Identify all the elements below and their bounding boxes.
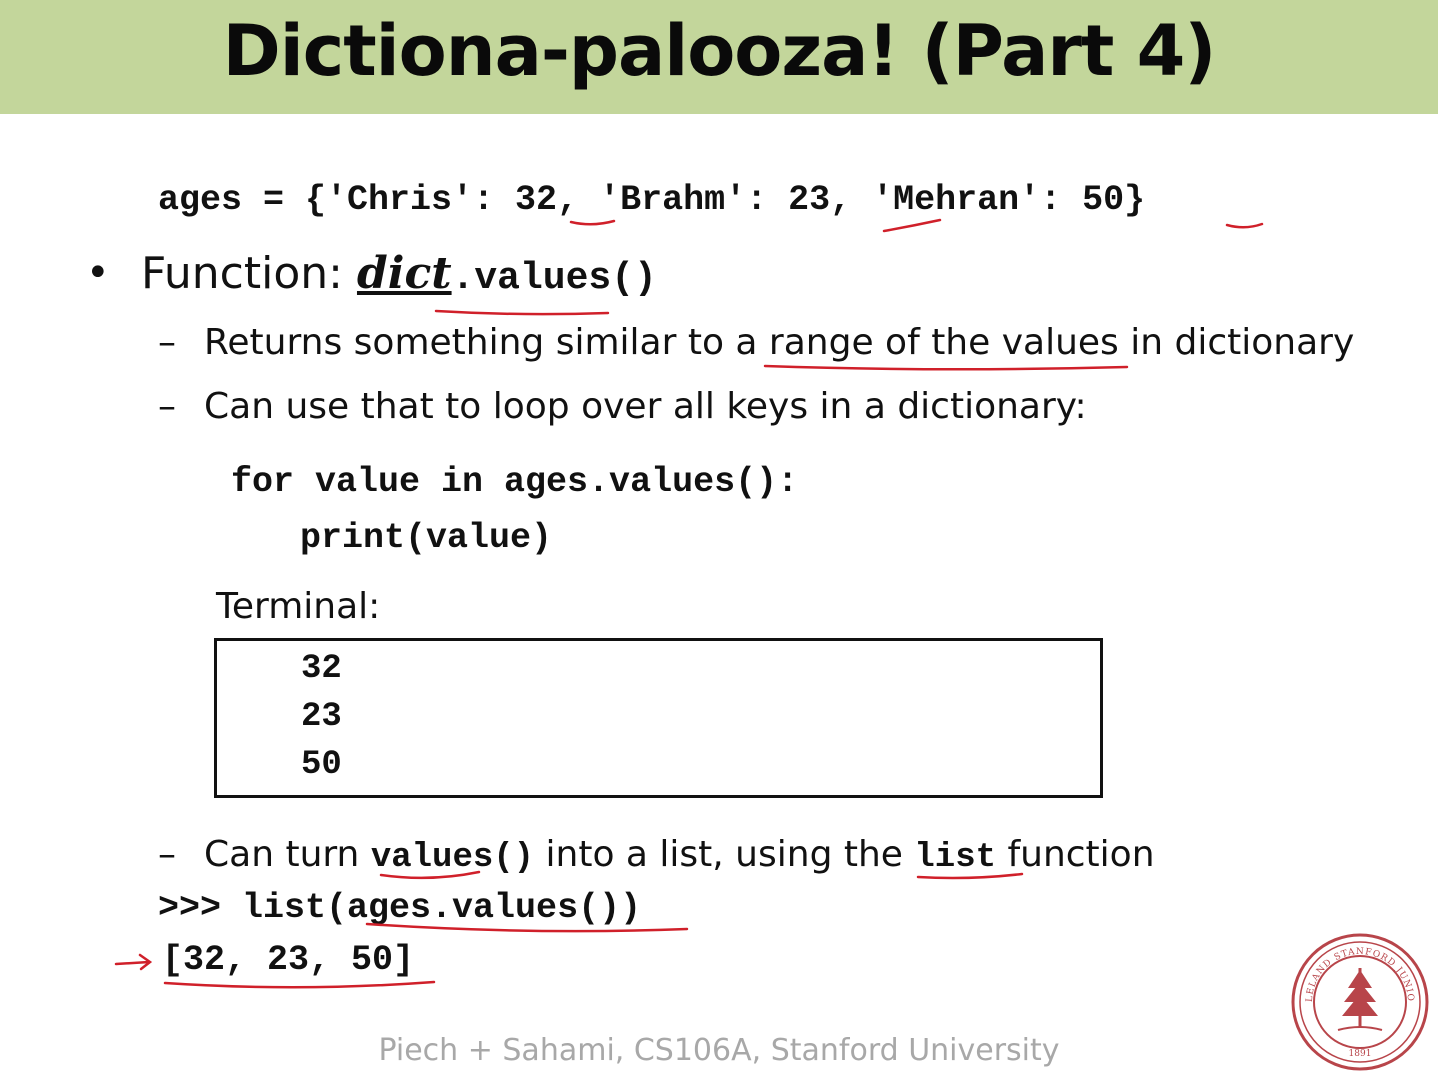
- underline-values-call: [379, 870, 481, 880]
- svg-text:1891: 1891: [1349, 1049, 1372, 1059]
- underline-values-method: [434, 309, 610, 316]
- handwritten-annotations: [114, 218, 1264, 989]
- underline-32: [569, 219, 616, 226]
- underline-range-of-values: [763, 364, 1129, 371]
- underline-list-word: [916, 872, 1024, 880]
- underline-ages-values: [365, 922, 689, 933]
- underline-23: [882, 218, 942, 233]
- underline-50: [1225, 222, 1264, 229]
- stanford-seal-logo: LELAND STANFORD JUNIOR UNIVERSITY 1891: [1290, 932, 1429, 1071]
- underline-output: [163, 980, 436, 989]
- arrow-shaft: [114, 960, 151, 966]
